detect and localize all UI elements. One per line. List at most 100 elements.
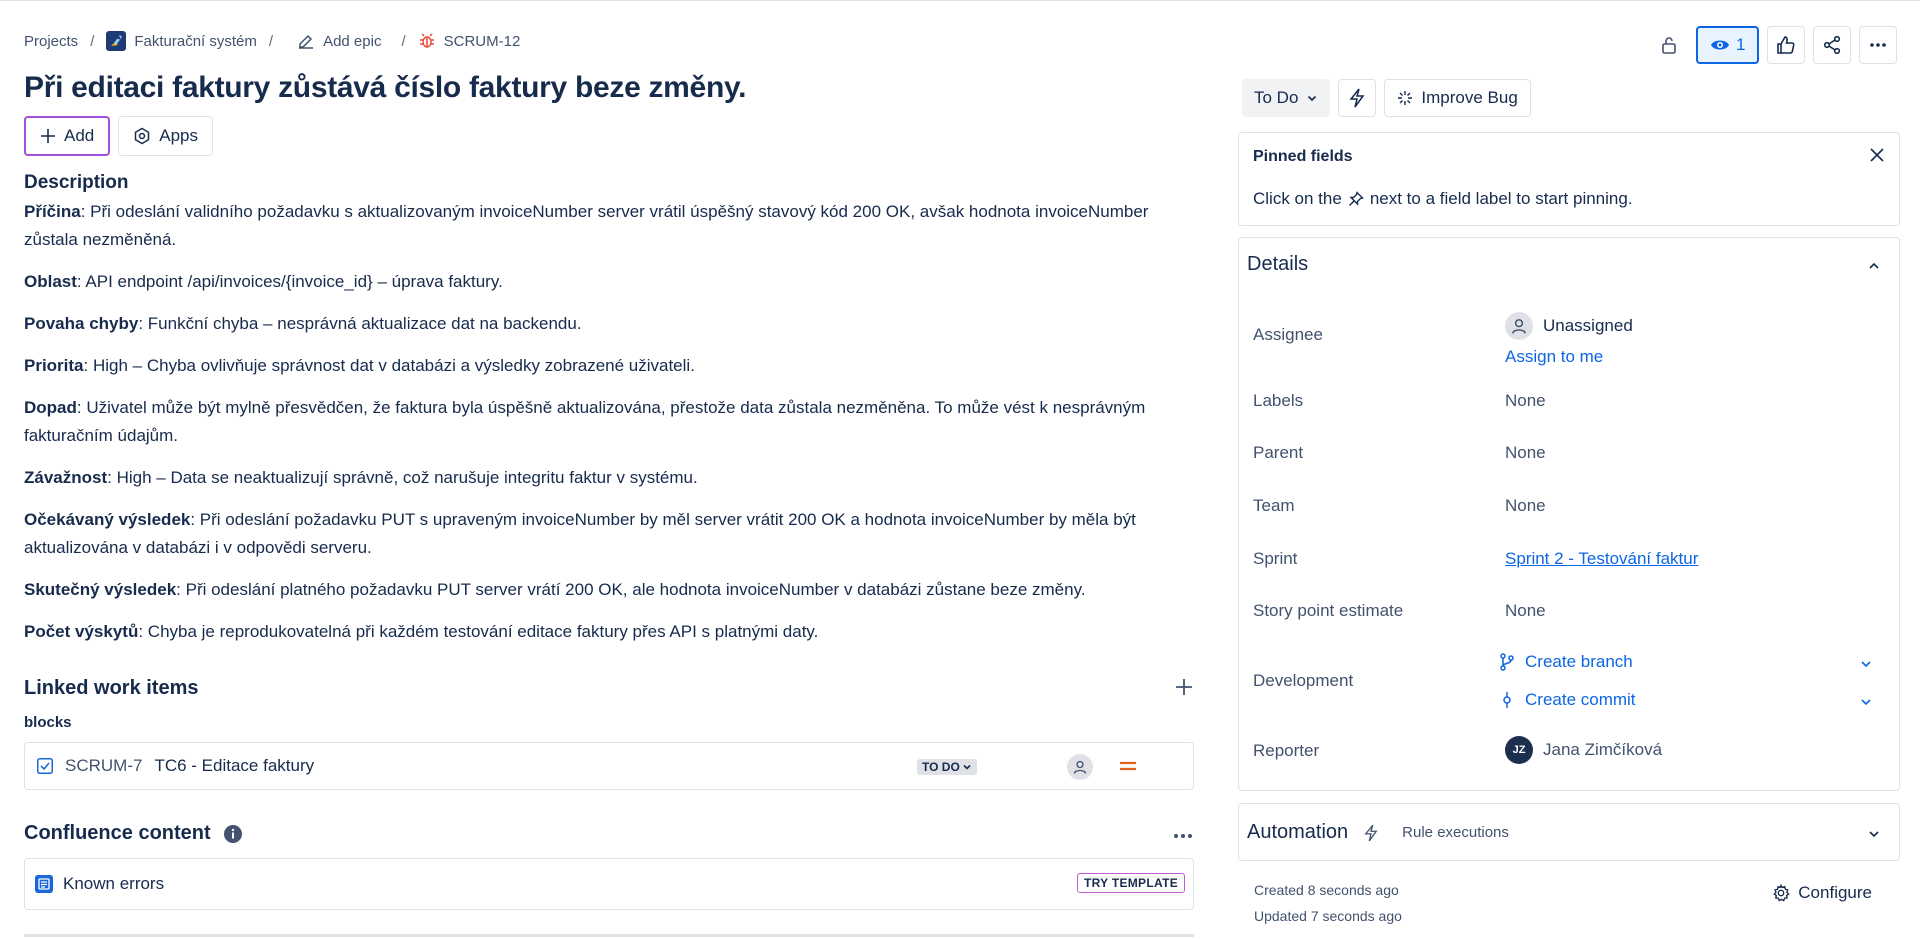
sprint-value-link[interactable]: Sprint 2 - Testování faktur [1505,549,1698,569]
linked-item-summary[interactable]: TC6 - Editace faktury [154,756,314,776]
linked-item-status[interactable]: TO DO [917,759,977,775]
create-commit-label: Create commit [1525,690,1636,709]
chevron-down-icon [1861,699,1871,706]
plus-icon [1176,679,1192,695]
branch-expand-button[interactable] [1859,656,1873,676]
add-button-label: Add [64,126,95,145]
chevron-down-icon [963,764,971,770]
commit-expand-button[interactable] [1859,694,1873,714]
issue-action-buttons: Add Apps [24,116,213,156]
automation-sub: Rule executions [1402,824,1509,841]
apps-button[interactable]: Apps [118,116,213,156]
created-timestamp: Created 8 seconds ago [1254,882,1399,898]
description-field-text: : Funkční chyba – nesprávná aktualizace … [138,314,582,333]
reporter-label: Reporter [1253,741,1320,760]
more-actions-button[interactable] [1859,26,1898,64]
story-point-value[interactable]: None [1505,601,1546,621]
automation-heading-label: Automation [1247,821,1349,843]
restrictions-button[interactable] [1650,26,1688,64]
improve-bug-button[interactable]: Improve Bug [1384,79,1531,117]
try-template-button[interactable]: TRY TEMPLATE [1076,873,1185,893]
breadcrumb-projects[interactable]: Projects [24,33,78,50]
breadcrumb-separator: / [401,32,406,50]
plus-icon [41,129,55,143]
sparkle-icon [1398,91,1413,105]
status-dropdown[interactable]: To Do [1242,79,1331,117]
assign-to-me-link[interactable]: Assign to me [1505,347,1603,367]
automation-panel[interactable]: Automation Rule executions [1238,803,1900,861]
add-button[interactable]: Add [24,116,111,156]
create-branch-label: Create branch [1525,652,1633,671]
pinned-hint-before: Click on the [1253,189,1342,208]
confluence-item-row[interactable]: Known errors TRY TEMPLATE [24,858,1194,910]
description-field-label: Oblast [24,272,77,291]
details-heading[interactable]: Details [1247,253,1308,276]
sprint-label: Sprint [1253,549,1298,568]
breadcrumb-separator: / [90,32,95,50]
breadcrumb-project[interactable]: Fakturační systém [106,31,257,51]
confluence-heading: Confluence content [24,822,243,845]
close-icon [1870,148,1884,162]
assignee-label: Assignee [1253,325,1323,344]
priority-medium-icon[interactable] [1119,758,1137,778]
create-branch-link[interactable]: Create branch [1499,652,1633,672]
description-field-label: Příčina [24,202,81,221]
breadcrumb-add-epic[interactable]: Add epic [297,32,381,50]
rocket-icon [106,31,127,51]
parent-value[interactable]: None [1505,443,1546,463]
updated-timestamp: Updated 7 seconds ago [1254,908,1402,924]
description-paragraph: Závažnost: High – Data se neaktualizují … [24,464,1194,492]
linked-item-key[interactable]: SCRUM-7 [65,756,142,776]
like-button[interactable] [1767,26,1806,64]
pin-icon [1348,191,1364,206]
issue-toolbar: 1 [1650,26,1898,64]
actions-lightning-button[interactable] [1338,79,1377,117]
assignee-value[interactable]: Unassigned [1505,312,1633,340]
confluence-more-button[interactable] [1172,823,1194,854]
create-commit-link[interactable]: Create commit [1499,690,1636,710]
close-pinned-button[interactable] [1869,147,1885,168]
reporter-avatar: JZ [1505,736,1533,764]
description-field-text: : Při odeslání požadavku PUT s upraveným… [24,510,1136,557]
bug-icon [419,33,434,48]
linked-item-status-label: TO DO [922,760,960,774]
issue-title[interactable]: Při editaci faktury zůstává číslo faktur… [24,71,746,105]
linked-item-row[interactable]: SCRUM-7 TC6 - Editace faktury TO DO [24,742,1194,790]
share-button[interactable] [1813,26,1852,64]
configure-label: Configure [1798,883,1872,902]
story-point-label: Story point estimate [1253,601,1404,620]
apps-button-label: Apps [159,126,198,145]
team-value[interactable]: None [1505,496,1546,516]
description-field-text: : API endpoint /api/invoices/{invoice_id… [76,272,503,291]
add-linked-item-button[interactable] [1174,673,1194,704]
description-body[interactable]: Příčina: Při odeslání validního požadavk… [24,198,1194,660]
collapse-details-button[interactable] [1867,258,1881,278]
branch-icon [1500,653,1514,671]
chevron-down-icon [1861,661,1871,668]
description-paragraph: Příčina: Při odeslání validního požadavk… [24,198,1194,254]
chevron-down-icon [1308,95,1317,102]
description-paragraph: Povaha chyby: Funkční chyba – nesprávná … [24,310,1194,338]
confluence-heading-label: Confluence content [24,822,211,844]
more-icon [1870,43,1887,47]
linked-item-assignee-avatar[interactable] [1067,754,1093,780]
chevron-down-icon [1869,831,1879,838]
share-icon [1824,35,1841,55]
description-paragraph: Oblast: API endpoint /api/invoices/{invo… [24,268,1194,296]
confluence-page-icon [35,875,53,893]
watch-button[interactable]: 1 [1696,26,1760,64]
description-paragraph: Skutečný výsledek: Při odeslání platného… [24,576,1194,604]
info-icon[interactable] [223,824,243,844]
gear-icon [1773,884,1790,902]
reporter-value[interactable]: JZ Jana Zimčíková [1505,736,1662,764]
expand-automation-button[interactable] [1867,826,1881,846]
details-panel: Details Assignee Unassigned Assign to me… [1238,237,1900,791]
more-icon [1174,834,1192,838]
breadcrumb-issue[interactable]: SCRUM-12 [418,32,520,50]
thumbs-up-icon [1777,36,1796,54]
status-label: To Do [1254,88,1299,107]
labels-value[interactable]: None [1505,391,1546,411]
automation-heading: Automation Rule executions [1247,821,1509,844]
description-field-label: Priorita [24,356,84,375]
configure-button[interactable]: Configure [1772,883,1872,903]
